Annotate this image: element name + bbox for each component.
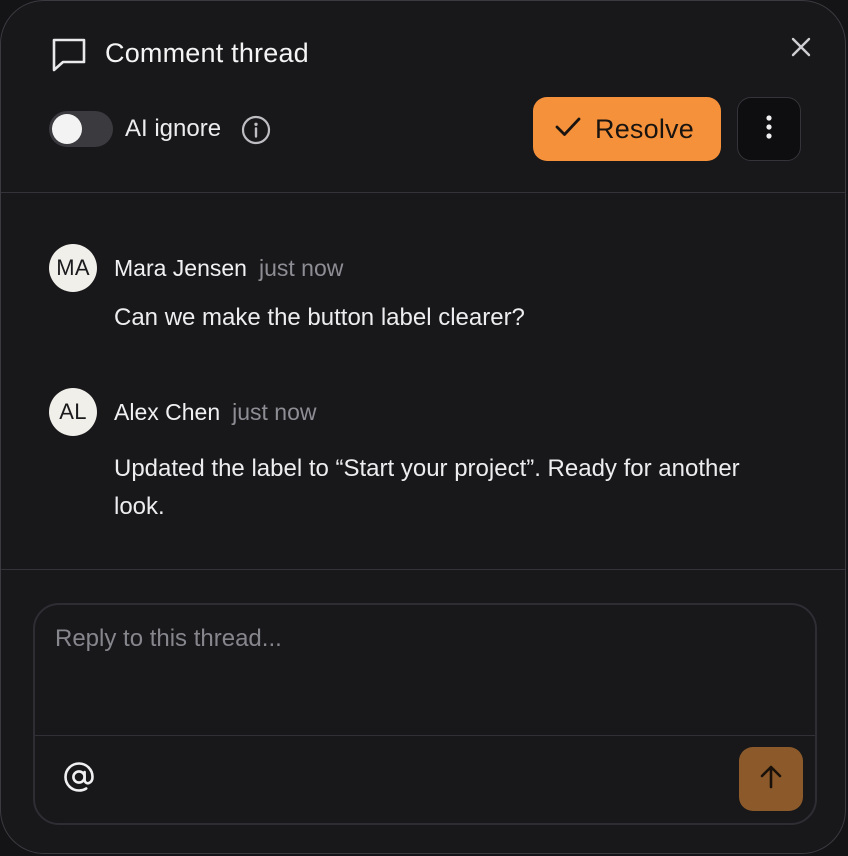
avatar: AL xyxy=(49,388,97,436)
more-options-button[interactable] xyxy=(737,97,801,161)
comment-time: just now xyxy=(258,255,344,281)
send-button[interactable] xyxy=(739,747,803,811)
check-icon xyxy=(555,116,581,143)
comment-author: Alex Chen xyxy=(114,399,221,425)
comment-meta: Mara Jensen just now xyxy=(114,253,343,283)
chat-bubble-icon xyxy=(49,35,89,73)
info-icon[interactable] xyxy=(241,115,271,145)
comment-thread-panel: Comment thread AI ignore Resolve MA Mara… xyxy=(0,0,846,854)
panel-title: Comment thread xyxy=(105,38,309,68)
toggle-knob xyxy=(52,114,82,144)
comment-meta: Alex Chen just now xyxy=(114,397,317,427)
ai-ignore-toggle[interactable] xyxy=(49,111,113,147)
comment-text: Updated the label to “Start your project… xyxy=(114,455,740,520)
panel-header: Comment thread AI ignore Resolve xyxy=(1,1,845,193)
comment-list: MA Mara Jensen just now Can we make the b… xyxy=(1,193,845,570)
close-button[interactable] xyxy=(783,31,819,67)
reply-composer xyxy=(33,603,817,825)
composer-divider xyxy=(35,735,815,736)
avatar: MA xyxy=(49,244,97,292)
comment-author: Mara Jensen xyxy=(114,255,247,281)
comment-time: just now xyxy=(232,399,317,425)
arrow-up-icon xyxy=(759,764,783,795)
comment-text: Can we make the button label clearer? xyxy=(114,304,525,331)
mention-button[interactable] xyxy=(59,759,99,799)
reply-input[interactable] xyxy=(35,605,815,735)
resolve-label: Resolve xyxy=(595,113,694,144)
ai-ignore-label: AI ignore xyxy=(125,115,222,142)
more-vertical-icon xyxy=(765,114,773,145)
close-icon xyxy=(790,36,812,63)
at-sign-icon xyxy=(62,760,96,799)
resolve-button[interactable]: Resolve xyxy=(533,97,721,161)
